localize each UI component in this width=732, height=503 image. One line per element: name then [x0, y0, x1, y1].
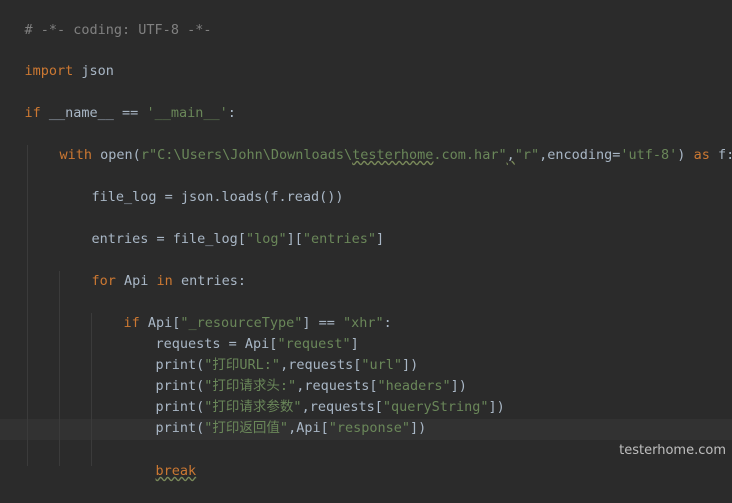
code-line-print-response[interactable]: print("打印返回值",Api["response"]) [123, 397, 732, 436]
code-line-for[interactable]: for Api in entries: [59, 250, 732, 289]
code-line-if-main[interactable]: if __name__ == '__main__': [0, 82, 724, 121]
keyword: if [24, 105, 41, 121]
comment: # -*- coding: UTF-8 -*- [24, 22, 212, 38]
keyword: with [59, 147, 93, 163]
keyword: import [24, 63, 74, 79]
code-line-with-open[interactable]: with open(r"C:\Users\John\Downloads\test… [27, 124, 732, 163]
code-line-print-headers[interactable]: print("打印请求头:",requests["headers"]) [123, 355, 732, 394]
code-line-1[interactable]: # -*- coding: UTF-8 -*- [0, 0, 724, 38]
code-line-import[interactable]: import json [0, 40, 724, 79]
indent-guide [27, 145, 28, 466]
watermark: testerhome.com [619, 443, 726, 458]
code-line-print-params[interactable]: print("打印请求参数",requests["queryString"]) [123, 376, 732, 415]
keyword: for [91, 273, 116, 289]
code-editor[interactable]: # -*- coding: UTF-8 -*- import json if _… [0, 0, 732, 479]
string: '__main__' [146, 105, 228, 121]
code-line-entries[interactable]: entries = file_log["log"]["entries"] [59, 208, 732, 247]
code-line-print-url[interactable]: print("打印URL:",requests["url"]) [123, 334, 732, 373]
string: r"C:\Users\John\Downloads\ [140, 147, 353, 163]
keyword: break [155, 463, 197, 479]
keyword: in [156, 273, 173, 289]
code-line-if-xhr[interactable]: if Api["_resourceType"] == "xhr": [91, 292, 732, 331]
code-line-requests[interactable]: requests = Api["request"] [123, 313, 732, 352]
keyword: as [693, 147, 710, 163]
code-line-file-log[interactable]: file_log = json.loads(f.read()) [59, 166, 732, 205]
string-underlined: testerhome [352, 147, 434, 163]
